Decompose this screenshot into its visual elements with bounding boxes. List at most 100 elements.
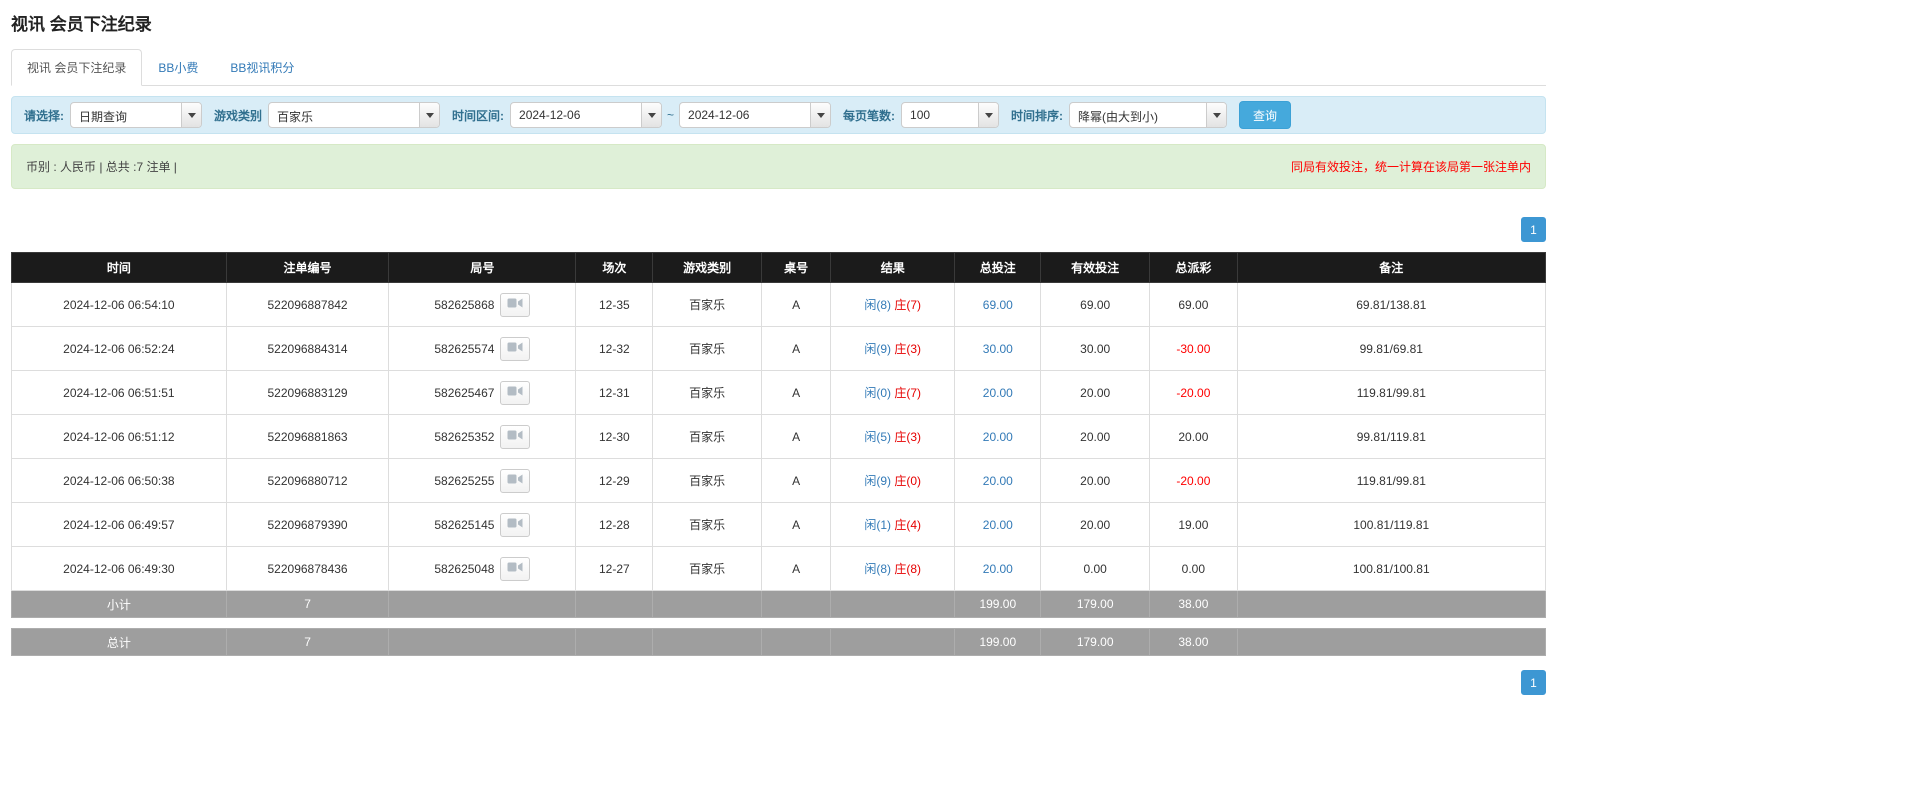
total-bet-link[interactable]: 20.00 [983,386,1013,400]
player-result: 闲(1) [864,518,891,532]
cell-game-type: 百家乐 [653,327,762,371]
total-bet-link[interactable]: 20.00 [983,430,1013,444]
chevron-down-icon[interactable] [181,103,201,127]
table-body: 2024-12-06 06:54:10522096887842582625868… [12,283,1546,656]
video-replay-button[interactable] [500,513,530,537]
query-type-select[interactable]: 日期查询 [70,102,202,128]
sort-order-value: 降幂(由大到小) [1070,103,1206,127]
video-replay-button[interactable] [500,293,530,317]
cell-result: 闲(1) 庄(4) [831,503,955,547]
cell-session: 12-31 [576,371,653,415]
cell-bet-id: 522096883129 [226,371,389,415]
video-camera-icon [507,473,523,488]
cell-result: 闲(8) 庄(7) [831,283,955,327]
cell-time: 2024-12-06 06:52:24 [12,327,227,371]
chevron-down-icon[interactable] [810,103,830,127]
round-id-text: 582625868 [434,298,494,312]
total-bet-link[interactable]: 20.00 [983,562,1013,576]
cell-result: 闲(9) 庄(3) [831,327,955,371]
page-size-select[interactable]: 100 [901,102,999,128]
banker-result: 庄(7) [894,298,921,312]
chevron-down-icon[interactable] [1206,103,1226,127]
video-replay-button[interactable] [500,337,530,361]
table-row: 2024-12-06 06:51:51522096883129582625467… [12,371,1546,415]
cell-bet-id: 522096879390 [226,503,389,547]
cell-total-bet: 69.00 [955,283,1041,327]
column-header: 总派彩 [1150,253,1237,283]
cell-valid-bet: 0.00 [1041,547,1150,591]
total-bet-link[interactable]: 69.00 [983,298,1013,312]
page-button-1[interactable]: 1 [1521,670,1546,695]
player-result: 闲(9) [864,474,891,488]
round-id-text: 582625145 [434,518,494,532]
date-from-input[interactable]: 2024-12-06 [510,102,662,128]
summary-cell [1237,591,1545,618]
cell-remark: 69.81/138.81 [1237,283,1545,327]
cell-round-id: 582625352 [389,415,576,459]
total-bet-link[interactable]: 30.00 [983,342,1013,356]
spacer-cell [12,618,1546,629]
cell-table-no: A [762,459,831,503]
summary-cell: 199.00 [955,591,1041,618]
cell-game-type: 百家乐 [653,371,762,415]
date-from-value: 2024-12-06 [511,103,641,127]
total-bet-link[interactable]: 20.00 [983,474,1013,488]
player-result: 闲(5) [864,430,891,444]
tab-bb-video-points[interactable]: BB视讯积分 [214,49,310,86]
summary-cell: 179.00 [1041,591,1150,618]
cell-time: 2024-12-06 06:49:30 [12,547,227,591]
game-type-value: 百家乐 [269,103,419,127]
column-header: 结果 [831,253,955,283]
cell-valid-bet: 30.00 [1041,327,1150,371]
tab-bet-records[interactable]: 视讯 会员下注纪录 [11,49,142,86]
cell-payout: 69.00 [1150,283,1237,327]
video-replay-button[interactable] [500,557,530,581]
chevron-down-icon[interactable] [641,103,661,127]
cell-bet-id: 522096884314 [226,327,389,371]
summary-cell [576,591,653,618]
cell-round-id: 582625868 [389,283,576,327]
video-replay-button[interactable] [500,469,530,493]
cell-session: 12-28 [576,503,653,547]
page-button-1[interactable]: 1 [1521,217,1546,242]
sort-order-select[interactable]: 降幂(由大到小) [1069,102,1227,128]
cell-valid-bet: 20.00 [1041,503,1150,547]
bet-records-table: 时间注单编号局号场次游戏类别桌号结果总投注有效投注总派彩备注 2024-12-0… [11,252,1546,656]
banker-result: 庄(0) [894,474,921,488]
cell-result: 闲(8) 庄(8) [831,547,955,591]
chevron-down-icon[interactable] [978,103,998,127]
summary-cell: 38.00 [1150,591,1237,618]
cell-time: 2024-12-06 06:50:38 [12,459,227,503]
cell-time: 2024-12-06 06:51:12 [12,415,227,459]
total-bet-link[interactable]: 20.00 [983,518,1013,532]
table-row: 2024-12-06 06:49:57522096879390582625145… [12,503,1546,547]
cell-valid-bet: 20.00 [1041,371,1150,415]
summary-cell [831,629,955,656]
search-button[interactable]: 查询 [1239,101,1291,129]
cell-round-id: 582625145 [389,503,576,547]
summary-cell [653,591,762,618]
cell-remark: 99.81/69.81 [1237,327,1545,371]
game-type-label: 游戏类别 [214,107,262,124]
total-row: 总计7199.00179.0038.00 [12,629,1546,656]
summary-spacer [12,618,1546,629]
date-to-input[interactable]: 2024-12-06 [679,102,831,128]
summary-cell [389,591,576,618]
table-row: 2024-12-06 06:49:30522096878436582625048… [12,547,1546,591]
column-header: 局号 [389,253,576,283]
player-result: 闲(9) [864,342,891,356]
summary-cell: 小计 [12,591,227,618]
cell-bet-id: 522096878436 [226,547,389,591]
chevron-down-icon[interactable] [419,103,439,127]
cell-payout: 0.00 [1150,547,1237,591]
cell-remark: 119.81/99.81 [1237,371,1545,415]
game-type-select[interactable]: 百家乐 [268,102,440,128]
cell-remark: 100.81/119.81 [1237,503,1545,547]
cell-total-bet: 20.00 [955,547,1041,591]
tab-bb-tips[interactable]: BB小费 [142,49,214,86]
column-header: 注单编号 [226,253,389,283]
video-replay-button[interactable] [500,381,530,405]
video-replay-button[interactable] [500,425,530,449]
cell-remark: 100.81/100.81 [1237,547,1545,591]
cell-payout: -20.00 [1150,371,1237,415]
